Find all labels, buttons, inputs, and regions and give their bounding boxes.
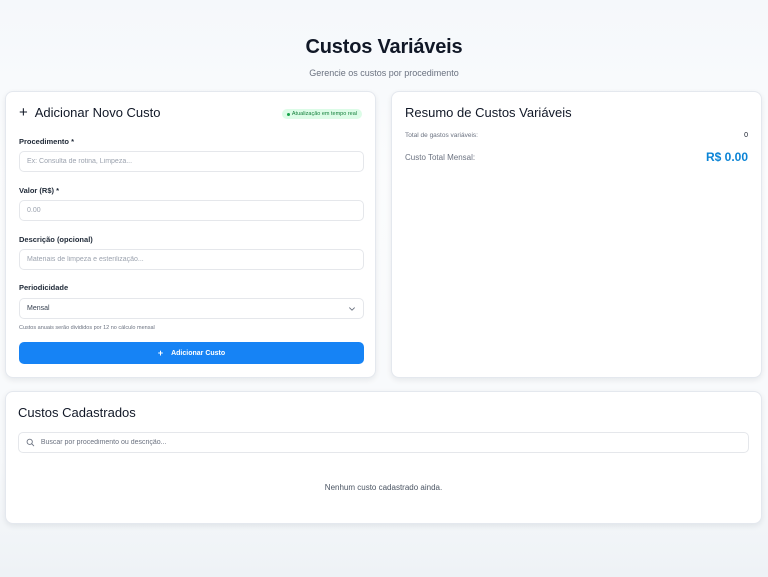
summary-count-row: Total de gastos variáveis: 0 <box>405 132 748 139</box>
page-header: Custos Variáveis Gerencie os custos por … <box>0 36 768 78</box>
summary-title: Resumo de Custos Variáveis <box>405 105 572 120</box>
realtime-badge: Atualização em tempo real <box>281 109 362 119</box>
add-plus-icon: + <box>157 348 164 358</box>
search-input[interactable] <box>40 439 741 446</box>
search-box[interactable] <box>18 432 749 453</box>
periodicidade-select[interactable]: Mensal <box>19 298 364 319</box>
page-subtitle: Gerencie os custos por procedimento <box>309 68 459 78</box>
summary-count-label: Total de gastos variáveis: <box>405 132 478 139</box>
add-cost-title: Adicionar Novo Custo <box>34 105 161 120</box>
status-dot-icon <box>286 112 290 116</box>
valor-label: Valor (R$) * <box>19 186 60 195</box>
summary-count-value: 0 <box>744 132 748 139</box>
summary-total-value: R$ 0.00 <box>705 150 748 164</box>
add-cost-header: + Adicionar Novo Custo <box>19 105 161 120</box>
procedimento-label: Procedimento * <box>19 137 75 146</box>
chevron-down-icon <box>349 306 355 311</box>
add-cost-card: + Adicionar Novo Custo Atualização em te… <box>5 91 376 378</box>
add-cost-button[interactable]: + Adicionar Custo <box>19 342 364 364</box>
procedimento-input[interactable] <box>19 151 364 172</box>
summary-total-row: Custo Total Mensal: R$ 0.00 <box>405 150 748 164</box>
valor-input[interactable] <box>19 200 364 221</box>
add-cost-button-label: Adicionar Custo <box>171 349 226 357</box>
periodicidade-helper: Custos anuais serão divididos por 12 no … <box>19 325 155 331</box>
summary-card: Resumo de Custos Variáveis Total de gast… <box>391 91 762 378</box>
page-title: Custos Variáveis <box>305 36 463 58</box>
search-icon <box>26 438 35 447</box>
empty-state-message: Nenhum custo cadastrado ainda. <box>324 483 443 492</box>
registered-costs-title: Custos Cadastrados <box>18 405 136 420</box>
descricao-input[interactable] <box>19 249 364 270</box>
periodicidade-label: Periodicidade <box>19 283 69 292</box>
registered-costs-card: Custos Cadastrados Nenhum custo cadastra… <box>5 391 762 524</box>
realtime-badge-label: Atualização em tempo real <box>291 111 357 117</box>
plus-icon: + <box>19 104 28 121</box>
descricao-label: Descrição (opcional) <box>19 235 93 244</box>
periodicidade-value: Mensal <box>27 305 50 312</box>
summary-total-label: Custo Total Mensal: <box>405 152 476 162</box>
